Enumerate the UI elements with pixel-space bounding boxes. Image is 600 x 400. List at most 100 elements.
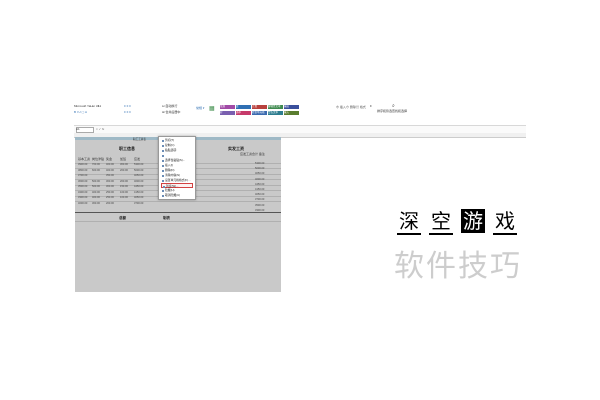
right-cell[interactable]: 4450.00 <box>255 183 264 186</box>
right-cell[interactable]: 5300.00 <box>255 162 264 165</box>
menu-item-icon <box>161 144 164 147</box>
number-format[interactable]: 常规 ▾ <box>196 107 204 110</box>
wrap-text-button[interactable]: ⊟ 自动换行 <box>162 105 177 108</box>
table-cell[interactable]: 3500.00 <box>78 185 87 188</box>
table-cell[interactable]: 300.00 <box>92 202 100 205</box>
menu-item-label: 隐藏(H) <box>165 188 175 192</box>
menu-item-icon <box>161 154 164 157</box>
table-cell[interactable]: 200.00 <box>106 202 114 205</box>
table-cell[interactable]: 100.00 <box>120 191 128 194</box>
right-cell[interactable]: 3700.00 <box>255 198 264 201</box>
cell-style-swatch[interactable]: 输入 <box>284 111 299 115</box>
watermark-subtitle: 软件技巧 <box>394 249 522 284</box>
menu-item-icon <box>161 159 164 162</box>
format-buttons[interactable]: B I U ▢ A <box>74 111 87 114</box>
menu-item-icon <box>161 194 164 197</box>
cell-style-swatch[interactable]: 计算 <box>252 105 267 109</box>
table-cell[interactable]: 350.00 <box>106 174 114 177</box>
right-cell[interactable]: 3500.00 <box>255 204 264 207</box>
insert-button[interactable]: ⊕ 插入 <box>336 106 346 109</box>
cell-style-swatch[interactable]: 好 <box>220 111 235 115</box>
column-label: 奖金 <box>106 157 113 161</box>
right-cell[interactable]: 4150.00 <box>255 188 264 191</box>
right-cell[interactable]: 5000.00 <box>255 167 264 170</box>
cell-style-swatch[interactable]: 常规 <box>220 105 235 109</box>
table-cell[interactable]: 3700.00 <box>78 174 87 177</box>
merge-button[interactable]: ⊞ 合并后居中 <box>162 111 180 114</box>
table-cell[interactable]: 200.00 <box>120 169 128 172</box>
menu-item-label: 设置单元格格式(F)... <box>165 178 191 182</box>
right-header: 应发工资合计 备注 <box>240 152 265 156</box>
cell-style-swatch[interactable]: 差 <box>236 105 251 109</box>
delete-button[interactable]: ⊖ 删除 <box>346 106 356 109</box>
menu-item-icon <box>161 139 164 142</box>
context-menu-item[interactable]: 取消隐藏(U) <box>161 193 193 198</box>
total-divider <box>75 212 281 213</box>
right-cell[interactable]: 4050.00 <box>255 172 264 175</box>
table-cell[interactable]: 5300.00 <box>134 163 143 166</box>
right-cell[interactable]: 4600.00 <box>255 178 264 181</box>
table-cell[interactable]: 4050.00 <box>134 174 143 177</box>
table-cell[interactable]: 150.00 <box>120 185 128 188</box>
cell-style-swatch[interactable]: 检查单元格 <box>252 111 267 115</box>
table-cell[interactable]: 3900.00 <box>78 163 87 166</box>
table-cell[interactable]: 250.00 <box>106 196 114 199</box>
name-box-value: A1 <box>76 127 80 131</box>
column-label: 应发 <box>134 157 141 161</box>
ribbon: Microsoft YaHei UI 11 B I U ▢ A ≡ ≡ ≡ ≡ … <box>74 104 526 124</box>
conditional-format-icon[interactable]: ▦ <box>209 106 215 112</box>
table-cell[interactable]: 5000.00 <box>134 169 143 172</box>
logo-character: 戏 <box>493 209 517 235</box>
left-title: 职工信息 <box>119 146 135 151</box>
table-cell[interactable]: 700.00 <box>92 163 100 166</box>
menu-item-label: 复制(C) <box>165 143 175 147</box>
table-cell[interactable]: 400.00 <box>106 163 114 166</box>
table-cell[interactable]: 100.00 <box>120 196 128 199</box>
menu-item-icon <box>161 189 164 192</box>
sum-button[interactable]: Σ <box>370 105 372 108</box>
table-cell[interactable]: 4150.00 <box>134 191 143 194</box>
sort-filter-button[interactable]: 排序和筛选 <box>377 110 392 113</box>
table-cell[interactable]: 3400.00 <box>78 191 87 194</box>
table-cell[interactable]: 400.00 <box>106 169 114 172</box>
cell-style-swatch[interactable]: 解释性文本 <box>268 105 283 109</box>
table-cell[interactable]: 3700.00 <box>134 202 143 205</box>
table-cell[interactable]: 400.00 <box>92 191 100 194</box>
format-button[interactable]: ▤ 格式 <box>356 106 366 109</box>
table-cell[interactable]: 3200.00 <box>78 202 87 205</box>
table-cell[interactable]: 400.00 <box>92 196 100 199</box>
table-cell[interactable]: 500.00 <box>92 185 100 188</box>
column-label: 岗位津贴 <box>92 157 105 161</box>
table-cell[interactable]: 3300.00 <box>78 196 87 199</box>
table-cell[interactable]: 200.00 <box>120 180 128 183</box>
right-cell[interactable]: 4050.00 <box>255 193 264 196</box>
cell-style-swatch[interactable]: 警告文本 <box>268 111 283 115</box>
cell-style-swatch[interactable]: 适中 <box>236 111 251 115</box>
column-label: 基本工资 <box>78 157 91 161</box>
align-buttons-2[interactable]: ≡ ≡ ≡ <box>124 111 131 114</box>
table-cell[interactable]: 300.00 <box>106 185 114 188</box>
menu-item-label: 删除(D) <box>165 168 175 172</box>
find-select-button[interactable]: 查找和选择 <box>392 110 407 113</box>
cell-style-swatch[interactable]: 输出 <box>284 105 299 109</box>
find-icon[interactable]: ⌕ <box>392 104 395 109</box>
context-menu: 剪切(T) 复制(C) 粘贴选项: 选择性粘贴(S)... 插入(I) 删除(D) 清除内容… <box>158 136 196 200</box>
align-buttons[interactable]: ≡ ≡ ≡ <box>124 105 131 108</box>
table-cell[interactable]: 3800.00 <box>78 169 87 172</box>
table-cell[interactable]: 250.00 <box>106 191 114 194</box>
table-cell[interactable]: 500.00 <box>92 180 100 183</box>
font-name-box[interactable]: Microsoft YaHei UI <box>74 105 99 108</box>
menu-item-label: 粘贴选项: <box>165 148 177 152</box>
table-cell[interactable]: 4600.00 <box>134 180 143 183</box>
bottom-divider <box>75 221 281 222</box>
table-cell[interactable]: 3600.00 <box>78 180 87 183</box>
menu-item-icon <box>161 149 164 152</box>
table-cell[interactable]: 4450.00 <box>134 185 143 188</box>
table-cell[interactable]: 600.00 <box>92 169 100 172</box>
font-size-box[interactable]: 11 <box>98 105 101 108</box>
table-cell[interactable]: 300.00 <box>106 180 114 183</box>
menu-item-label: 清除内容(N) <box>165 173 181 177</box>
menu-item-label: 插入(I) <box>165 163 174 167</box>
table-cell[interactable]: 300.00 <box>120 163 128 166</box>
table-cell[interactable]: 4050.00 <box>134 196 143 199</box>
